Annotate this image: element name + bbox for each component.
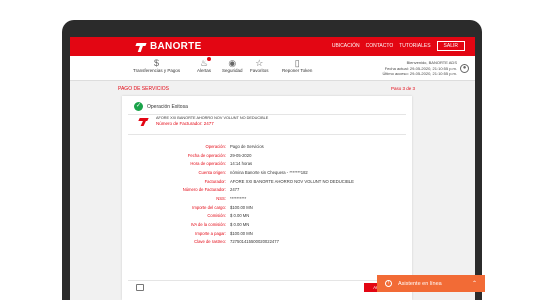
detail-label: Cuenta origen: xyxy=(198,169,226,175)
chat-icon: ! xyxy=(385,280,392,287)
detail-row: Fecha de operación: 29-05-2020 xyxy=(134,151,404,160)
detail-label: Clave de rastreo: xyxy=(194,239,226,245)
detail-label: Hora de operación: xyxy=(190,161,226,167)
last-access: Último acceso: 29-05-2020, 21:10:55 p.m. xyxy=(382,71,458,76)
banorte-logo[interactable]: BANORTE xyxy=(136,40,202,53)
detail-row: NSS: ********** xyxy=(134,194,404,203)
detail-label: Operación: xyxy=(205,143,226,149)
detail-label: Número de Facturador: xyxy=(182,187,226,193)
icon-toolbar: $ Transferencias y Pagos ♨ Alertas ◉ Seg… xyxy=(70,56,475,81)
detail-label: Facturador: xyxy=(204,178,226,184)
detail-value: Pago de Servicios xyxy=(230,143,264,149)
detail-label: Importe del cargo: xyxy=(192,204,226,210)
detail-row: Hora de operación: 14:14 horas xyxy=(134,159,404,168)
detail-value: 14:14 horas xyxy=(230,161,253,167)
menu-label: Favoritos xyxy=(250,68,269,73)
user-profile-icon[interactable]: ● xyxy=(460,64,469,73)
menu-transferencias[interactable]: $ Transferencias y Pagos xyxy=(133,58,180,73)
company-info: AFORE XXI BANORTE AHORRO NOV VOLUNT NO D… xyxy=(156,116,268,126)
star-icon: ☆ xyxy=(255,58,264,68)
detail-value: ********** xyxy=(230,195,247,201)
page-title: PAGO DE SERVICIOS xyxy=(118,86,169,92)
top-bar: BANORTE UBICACIÓN CONTACTO TUTORIALES SA… xyxy=(70,37,475,56)
detail-value: 2477 xyxy=(230,187,240,193)
nav-contacto-link[interactable]: CONTACTO xyxy=(366,43,394,49)
detail-row: Cuenta origen: nómina Banorte sin Chequer… xyxy=(134,168,404,177)
menu-favoritos[interactable]: ☆ Favoritos xyxy=(250,58,269,73)
status-text: Operación Exitosa xyxy=(147,103,188,110)
detail-value: nómina Banorte sin Chequera - *******182 xyxy=(230,169,308,175)
detail-value: 29-05-2020 xyxy=(230,152,252,158)
step-indicator: Paso 3 de 3 xyxy=(390,86,415,91)
print-icon[interactable] xyxy=(136,284,144,291)
menu-seguridad[interactable]: ◉ Seguridad xyxy=(222,58,243,73)
detail-row: Facturador: AFORE XXI BANORTE AHORRO NOV … xyxy=(134,177,404,186)
detail-row: Importe a pagar: $100.00 MN xyxy=(134,229,404,238)
detail-label: NSS: xyxy=(216,195,226,201)
menu-reponer-token[interactable]: ▯ Reponer Token xyxy=(282,58,312,73)
menu-label: Reponer Token xyxy=(282,68,313,73)
token-icon: ▯ xyxy=(294,58,300,68)
logout-button[interactable]: SALIR xyxy=(436,41,465,51)
menu-label: Seguridad xyxy=(222,68,243,73)
detail-value: $ 0.00 MN xyxy=(230,213,250,219)
detail-row: Importe del cargo: $100.00 MN xyxy=(134,203,404,212)
lock-icon: ◉ xyxy=(228,58,237,68)
company-reference: Número de Facturador: 2477 xyxy=(156,121,214,126)
company-logo-icon xyxy=(138,116,150,126)
user-info: Bienvenido, BANORTE ADS Fecha actual: 29… xyxy=(383,60,458,77)
bell-icon: ♨ xyxy=(199,57,211,68)
chevron-up-icon[interactable]: ⌃ xyxy=(472,280,477,287)
details-list: Operación: Pago de Servicios Fecha de ope… xyxy=(134,142,404,246)
nav-ubicacion-link[interactable]: UBICACIÓN xyxy=(332,43,360,49)
transfer-icon: $ xyxy=(154,58,160,68)
detail-value: 727501415500020022477 xyxy=(230,239,279,245)
check-icon: ✓ xyxy=(134,102,143,111)
chat-label: Asistente en línea xyxy=(398,280,442,287)
success-banner: ✓ Operación Exitosa xyxy=(134,102,188,111)
alert-badge xyxy=(207,57,211,61)
nav-tutoriales-link[interactable]: TUTORIALES xyxy=(399,43,430,49)
detail-label: IVA de la comisión: xyxy=(190,222,226,228)
top-nav: UBICACIÓN CONTACTO TUTORIALES SALIR xyxy=(332,41,465,51)
detail-row: Número de Facturador: 2477 xyxy=(134,185,404,194)
banorte-mark-icon xyxy=(136,42,146,52)
detail-row: Operación: Pago de Servicios xyxy=(134,142,404,151)
menu-label: Transferencias y Pagos xyxy=(133,68,181,73)
chat-widget[interactable]: ! Asistente en línea ⌃ xyxy=(377,275,485,292)
detail-label: Comisión: xyxy=(207,213,226,219)
detail-value: $100.00 MN xyxy=(230,204,253,210)
company-header: AFORE XXI BANORTE AHORRO NOV VOLUNT NO D… xyxy=(138,116,268,126)
detail-value: $ 0.00 MN xyxy=(230,222,250,228)
detail-label: Fecha de operación: xyxy=(187,152,226,158)
brand-name: BANORTE xyxy=(150,41,202,52)
detail-row: IVA de la comisión: $ 0.00 MN xyxy=(134,220,404,229)
receipt-card: ✓ Operación Exitosa AFORE XXI BANORTE AH… xyxy=(122,96,412,300)
detail-value: $100.00 MN xyxy=(230,230,253,236)
detail-row: Clave de rastreo: 727501415500020022477 xyxy=(134,238,404,247)
divider xyxy=(128,134,406,135)
detail-label: Importe a pagar: xyxy=(195,230,226,236)
detail-value: AFORE XXI BANORTE AHORRO NOV VOLUNT NO D… xyxy=(230,178,354,184)
divider xyxy=(128,280,406,281)
app-screen: BANORTE UBICACIÓN CONTACTO TUTORIALES SA… xyxy=(70,37,475,300)
detail-row: Comisión: $ 0.00 MN xyxy=(134,212,404,221)
menu-label: Alertas xyxy=(197,68,212,73)
menu-alertas[interactable]: ♨ Alertas xyxy=(197,57,212,73)
divider xyxy=(128,114,406,115)
